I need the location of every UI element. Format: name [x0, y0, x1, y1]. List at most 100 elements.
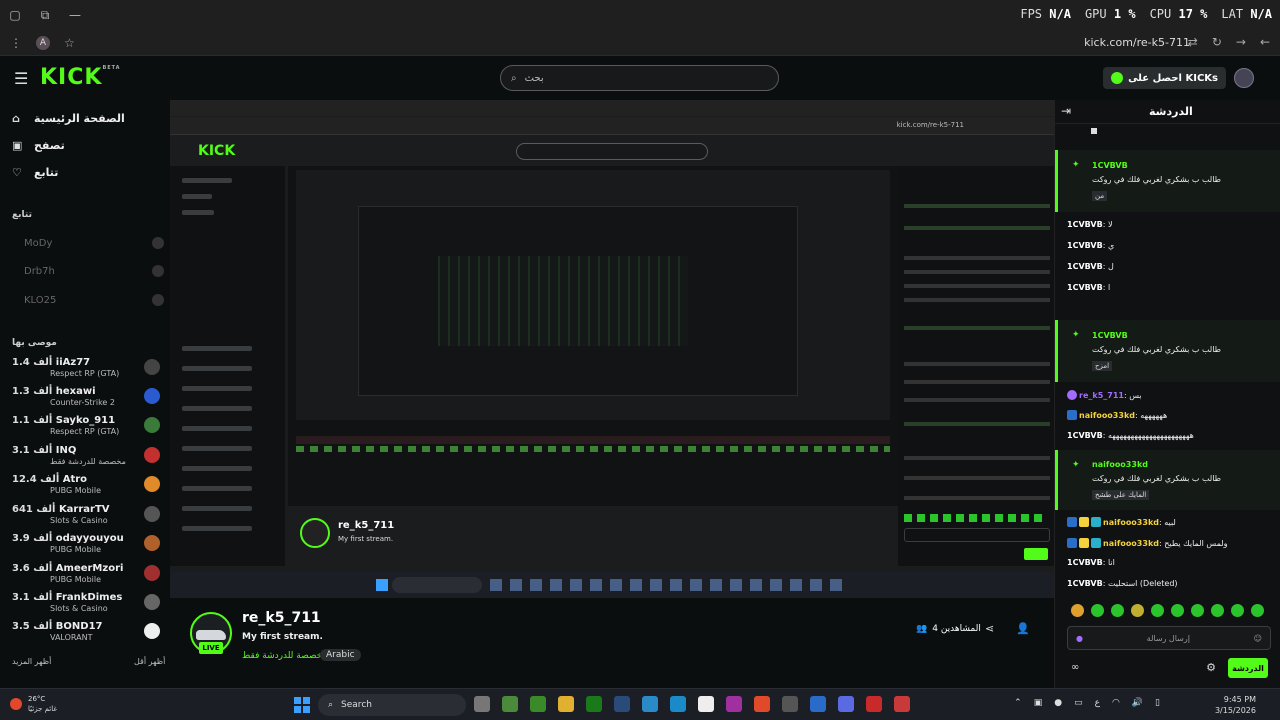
emote[interactable]	[1091, 604, 1104, 617]
avatar	[152, 237, 164, 249]
emote[interactable]	[1251, 604, 1264, 617]
get-kicks-button[interactable]: احصل على KICKs	[1103, 67, 1226, 89]
volume-icon[interactable]: 🔊	[1132, 698, 1143, 708]
recommended-channel[interactable]: 641 ألف KarrarTV Slots & Casino	[12, 504, 160, 532]
weather-icon	[10, 698, 22, 710]
kick-logo[interactable]: KICKBETA	[40, 65, 121, 90]
url-text[interactable]: kick.com/re-k5-711	[1084, 36, 1190, 49]
sidebar-item-home[interactable]: ⌂ الصفحة الرئيسية	[12, 112, 125, 125]
app-icon[interactable]	[782, 696, 798, 712]
following-channel[interactable]: MoDy	[24, 236, 164, 250]
app-icon[interactable]	[894, 696, 910, 712]
app-icon[interactable]	[726, 696, 742, 712]
app-icon[interactable]	[866, 696, 882, 712]
recommended-channel[interactable]: 1.4 ألف iiAz77 Respect RP (GTA)	[12, 357, 160, 385]
recommended-channel[interactable]: 1.1 ألف Sayko_911 Respect RP (GTA)	[12, 415, 160, 443]
app-icon[interactable]	[810, 696, 826, 712]
recommended-channel[interactable]: 3.5 ألف BOND17 VALORANT	[12, 621, 160, 649]
search-input[interactable]: ⌕ بحث	[500, 65, 779, 91]
sidebar: ⌂ الصفحة الرئيسية ▣ تصفح ♡ تتابع تتابع M…	[0, 100, 170, 688]
hamburger-menu-icon[interactable]: ☰	[14, 69, 28, 88]
viewer-count: 👥 4 المشاهدين	[916, 624, 981, 634]
battery-icon[interactable]: ▯	[1155, 698, 1160, 708]
emote[interactable]	[1231, 604, 1244, 617]
app-icon[interactable]	[502, 696, 518, 712]
store-icon[interactable]	[698, 696, 714, 712]
chrome-icon[interactable]	[754, 696, 770, 712]
mic-icon[interactable]: ●	[1076, 634, 1083, 643]
language-tag[interactable]: Arabic	[320, 649, 361, 661]
recommended-channel[interactable]: 3.9 ألف odayyouyou PUBG Mobile	[12, 533, 160, 561]
weather-widget[interactable]: 26°C غائم جزئيًا	[10, 694, 57, 714]
chat-panel: ⇥ الدردشة ✦ 1CVBVB طالب ب بشكري لغربي فل…	[1054, 100, 1280, 688]
reload-icon[interactable]: ↻	[1212, 35, 1222, 49]
recommended-channel[interactable]: 3.1 ألف INQ مخصصة للدردشة فقط	[12, 445, 160, 473]
emote[interactable]	[1171, 604, 1184, 617]
discord-icon[interactable]	[838, 696, 854, 712]
avatar	[144, 388, 160, 404]
following-channel[interactable]: KLO25	[24, 293, 164, 307]
back-icon[interactable]: ←	[1260, 35, 1270, 49]
recommended-channel[interactable]: 3.1 ألف FrankDimes Slots & Casino	[12, 592, 160, 620]
emote[interactable]	[1191, 604, 1204, 617]
user-avatar[interactable]	[1234, 68, 1254, 88]
tune-icon[interactable]: ⇄	[1188, 35, 1198, 49]
edge-icon[interactable]	[670, 696, 686, 712]
nvidia-icon[interactable]	[586, 696, 602, 712]
video-player[interactable]: kick.com/re-k5-711 KICK re_k5_711 My fir…	[170, 100, 1054, 598]
copilot-icon[interactable]	[642, 696, 658, 712]
more-menu-icon[interactable]: ⋮	[10, 36, 22, 50]
kicks-coin-icon	[1111, 72, 1124, 84]
minimize-icon[interactable]: —	[60, 8, 90, 22]
profile-avatar[interactable]: A	[36, 35, 50, 50]
follow-icon[interactable]: 👤	[1016, 622, 1030, 635]
emote[interactable]	[1111, 604, 1124, 617]
chevron-up-icon[interactable]: ⌃	[1014, 698, 1022, 708]
emote[interactable]	[1131, 604, 1144, 617]
sidebar-item-following[interactable]: ♡ تتابع	[12, 166, 58, 179]
wifi-icon[interactable]: ◠	[1112, 698, 1120, 708]
show-more-button[interactable]: أظهر المزيد	[12, 657, 51, 666]
tab-menu-icon[interactable]: ▢	[0, 8, 30, 22]
following-channel[interactable]: Drb7h	[24, 264, 164, 278]
recommended-title: موصى بها	[12, 338, 57, 348]
forward-icon[interactable]: →	[1236, 35, 1246, 49]
tray-icon[interactable]: ▣	[1034, 698, 1043, 708]
emoji-icon[interactable]: ☺	[1254, 634, 1262, 643]
file-explorer-icon[interactable]	[474, 696, 490, 712]
chat-message: re_k5_711: بس	[1067, 390, 1277, 400]
chat-message: naifooo33kd: لبيه	[1067, 517, 1277, 527]
emote[interactable]	[1151, 604, 1164, 617]
taskbar-search[interactable]: ⌕ Search	[318, 694, 466, 716]
points-icon[interactable]: ∞	[1071, 662, 1079, 673]
browse-icon: ▣	[12, 139, 23, 152]
folder-icon[interactable]	[558, 696, 574, 712]
language-indicator[interactable]: ع	[1095, 698, 1100, 708]
stream-category[interactable]: مخصصة للدردشة فقط	[242, 651, 327, 661]
recommended-channel[interactable]: 1.3 ألف hexawi Counter-Strike 2	[12, 386, 160, 414]
clock[interactable]: 9:45 PM 3/15/2026	[1215, 694, 1256, 716]
channel-name[interactable]: re_k5_711	[242, 610, 321, 626]
recommended-channel[interactable]: 3.6 ألف AmeerMzori PUBG Mobile	[12, 563, 160, 591]
steam-icon[interactable]	[614, 696, 630, 712]
tray-icon[interactable]: ●	[1054, 698, 1062, 708]
start-button[interactable]	[294, 697, 310, 713]
emote[interactable]	[1071, 604, 1084, 617]
minecraft-icon[interactable]	[530, 696, 546, 712]
collapse-chat-icon[interactable]: ⇥	[1061, 104, 1071, 118]
restore-icon[interactable]: ⧉	[30, 8, 60, 23]
chat-input[interactable]: ● إرسال رسالة ☺	[1067, 626, 1271, 650]
send-chat-button[interactable]: الدردشة	[1228, 658, 1268, 678]
sidebar-item-browse[interactable]: ▣ تصفح	[12, 139, 65, 152]
avatar	[144, 594, 160, 610]
recommended-channel[interactable]: 12.4 ألف Atro PUBG Mobile	[12, 474, 160, 502]
tray-icon[interactable]: ▭	[1074, 698, 1083, 708]
share-icon[interactable]: ⋖	[985, 622, 994, 635]
emote[interactable]	[1211, 604, 1224, 617]
bookmark-star-icon[interactable]: ☆	[64, 36, 75, 50]
avatar	[152, 265, 164, 277]
highlighted-message: ✦ 1CVBVB طالب ب بشكري لغربي فلك في روكت …	[1055, 150, 1280, 212]
show-less-button[interactable]: أظهر أقل	[134, 657, 165, 666]
gear-icon[interactable]: ⚙	[1206, 661, 1216, 674]
chat-message: 1CVBVB: ههههههههههههههههههههههه	[1067, 431, 1194, 440]
